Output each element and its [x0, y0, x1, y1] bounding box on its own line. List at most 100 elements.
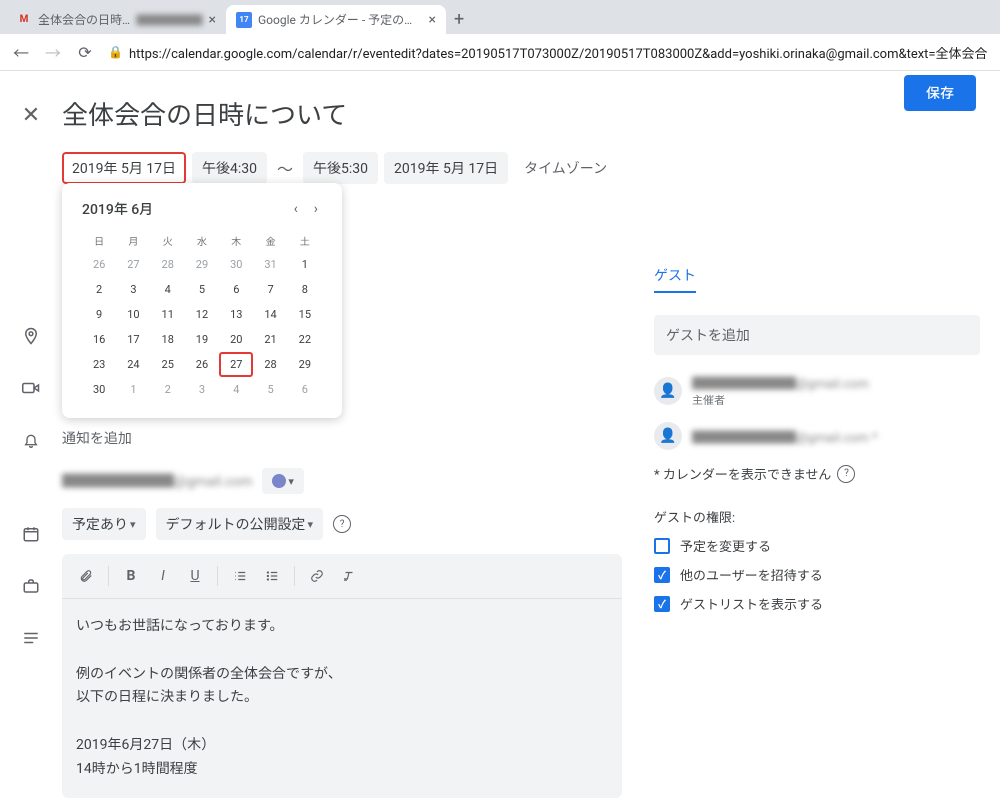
new-tab-button[interactable]: +: [446, 5, 472, 34]
visibility-row: 予定あり ▾ デフォルトの公開設定 ▾ ?: [62, 508, 622, 540]
calendar-day[interactable]: 25: [151, 352, 185, 377]
link-icon[interactable]: [303, 562, 331, 590]
calendar-day[interactable]: 29: [185, 252, 219, 277]
calendar-month-label: 2019年 6月: [82, 199, 153, 219]
next-month-button[interactable]: ›: [310, 199, 322, 219]
calendar-dow: 火: [151, 229, 185, 252]
calendar-day[interactable]: 31: [253, 252, 287, 277]
availability-dropdown[interactable]: 予定あり ▾: [62, 508, 146, 540]
bold-icon[interactable]: B: [117, 562, 145, 590]
permission-row: ✓他のユーザーを招待する: [654, 565, 980, 584]
prev-month-button[interactable]: ‹: [290, 199, 302, 219]
calendar-day[interactable]: 30: [82, 377, 116, 402]
calendar-day[interactable]: 20: [219, 327, 253, 352]
tab-close-icon[interactable]: ×: [429, 12, 436, 28]
tab-close-icon[interactable]: ×: [209, 12, 216, 28]
forward-button[interactable]: →: [44, 40, 62, 64]
calendar-day[interactable]: 21: [253, 327, 287, 352]
add-notification-link[interactable]: 通知を追加: [62, 428, 622, 448]
calendar-day[interactable]: 4: [151, 277, 185, 302]
avatar-icon: 👤: [654, 422, 682, 450]
calendar-day[interactable]: 14: [253, 302, 287, 327]
location-icon[interactable]: [19, 324, 43, 348]
calendar-day[interactable]: 28: [253, 352, 287, 377]
toolbar-separator: [294, 566, 295, 586]
browser-tab-calendar[interactable]: 17 Google カレンダー - 予定の詳細 ×: [226, 5, 446, 34]
calendar-dow: 木: [219, 229, 253, 252]
permission-label: 予定を変更する: [680, 536, 771, 555]
calendar-day[interactable]: 5: [253, 377, 287, 402]
calendar-day[interactable]: 1: [116, 377, 150, 402]
calendar-day[interactable]: 22: [288, 327, 322, 352]
underline-icon[interactable]: U: [181, 562, 209, 590]
calendar-day[interactable]: 6: [219, 277, 253, 302]
checkbox[interactable]: ✓: [654, 596, 670, 612]
save-button[interactable]: 保存: [904, 75, 976, 111]
help-icon[interactable]: ?: [837, 465, 855, 483]
start-time-chip[interactable]: 午後4:30: [192, 152, 267, 184]
video-icon[interactable]: [19, 376, 43, 400]
calendar-day[interactable]: 27: [116, 252, 150, 277]
side-column: ゲスト ゲストを追加 👤 ████████@gmail.com 主催者 👤 ██…: [654, 95, 1000, 798]
checkbox[interactable]: ✓: [654, 567, 670, 583]
guests-tab[interactable]: ゲスト: [654, 265, 696, 293]
calendar-day[interactable]: 23: [82, 352, 116, 377]
briefcase-icon[interactable]: [19, 574, 43, 598]
calendar-day[interactable]: 26: [82, 252, 116, 277]
help-icon[interactable]: ?: [333, 515, 351, 533]
calendar-day[interactable]: 2: [82, 277, 116, 302]
description-icon[interactable]: [19, 626, 43, 650]
calendar-day[interactable]: 18: [151, 327, 185, 352]
back-button[interactable]: ←: [12, 40, 30, 64]
checkbox[interactable]: [654, 538, 670, 554]
calendar-day[interactable]: 17: [116, 327, 150, 352]
calendar-icon[interactable]: [19, 522, 43, 546]
bullet-list-icon[interactable]: [258, 562, 286, 590]
end-time-chip[interactable]: 午後5:30: [303, 152, 378, 184]
description-text[interactable]: いつもお世話になっております。 例のイベントの関係者の全体会合ですが、 以下の日…: [62, 599, 622, 798]
calendar-day[interactable]: 15: [288, 302, 322, 327]
url-box[interactable]: 🔒 https://calendar.google.com/calendar/r…: [108, 43, 988, 62]
calendar-day[interactable]: 24: [116, 352, 150, 377]
calendar-day[interactable]: 3: [185, 377, 219, 402]
end-date-chip[interactable]: 2019年 5月 17日: [384, 152, 508, 184]
calendar-day[interactable]: 30: [219, 252, 253, 277]
reload-button[interactable]: ⟳: [76, 43, 94, 62]
event-color-picker[interactable]: ▾: [262, 468, 304, 494]
calendar-day[interactable]: 6: [288, 377, 322, 402]
numbered-list-icon[interactable]: [226, 562, 254, 590]
calendar-day[interactable]: 28: [151, 252, 185, 277]
calendar-day[interactable]: 1: [288, 252, 322, 277]
calendar-day[interactable]: 29: [288, 352, 322, 377]
calendar-day[interactable]: 9: [82, 302, 116, 327]
notification-icon[interactable]: [19, 428, 43, 452]
calendar-day[interactable]: 27: [219, 352, 253, 377]
clear-format-icon[interactable]: [335, 562, 363, 590]
main-column: 全体会合の日時について 2019年 5月 17日 午後4:30 〜 午後5:30…: [62, 95, 622, 798]
calendar-day[interactable]: 10: [116, 302, 150, 327]
close-editor-button[interactable]: ✕: [22, 103, 40, 128]
toolbar-separator: [217, 566, 218, 586]
calendar-day[interactable]: 5: [185, 277, 219, 302]
calendar-day[interactable]: 12: [185, 302, 219, 327]
calendar-day[interactable]: 26: [185, 352, 219, 377]
calendar-day[interactable]: 16: [82, 327, 116, 352]
guest-subtitle: 主催者: [692, 392, 869, 408]
visibility-dropdown[interactable]: デフォルトの公開設定 ▾: [156, 508, 324, 540]
calendar-day[interactable]: 13: [219, 302, 253, 327]
calendar-day[interactable]: 4: [219, 377, 253, 402]
start-date-chip[interactable]: 2019年 5月 17日: [62, 152, 186, 184]
calendar-day[interactable]: 3: [116, 277, 150, 302]
calendar-day[interactable]: 11: [151, 302, 185, 327]
calendar-day[interactable]: 8: [288, 277, 322, 302]
calendar-day[interactable]: 7: [253, 277, 287, 302]
browser-tab-gmail[interactable]: M 全体会合の日時について - ██████ ×: [6, 5, 226, 34]
event-title[interactable]: 全体会合の日時について: [62, 95, 622, 132]
italic-icon[interactable]: I: [149, 562, 177, 590]
calendar-day[interactable]: 19: [185, 327, 219, 352]
permissions-list: 予定を変更する✓他のユーザーを招待する✓ゲストリストを表示する: [654, 536, 980, 613]
timezone-link[interactable]: タイムゾーン: [524, 158, 607, 178]
calendar-day[interactable]: 2: [151, 377, 185, 402]
attach-icon[interactable]: [72, 562, 100, 590]
add-guest-input[interactable]: ゲストを追加: [654, 315, 980, 355]
